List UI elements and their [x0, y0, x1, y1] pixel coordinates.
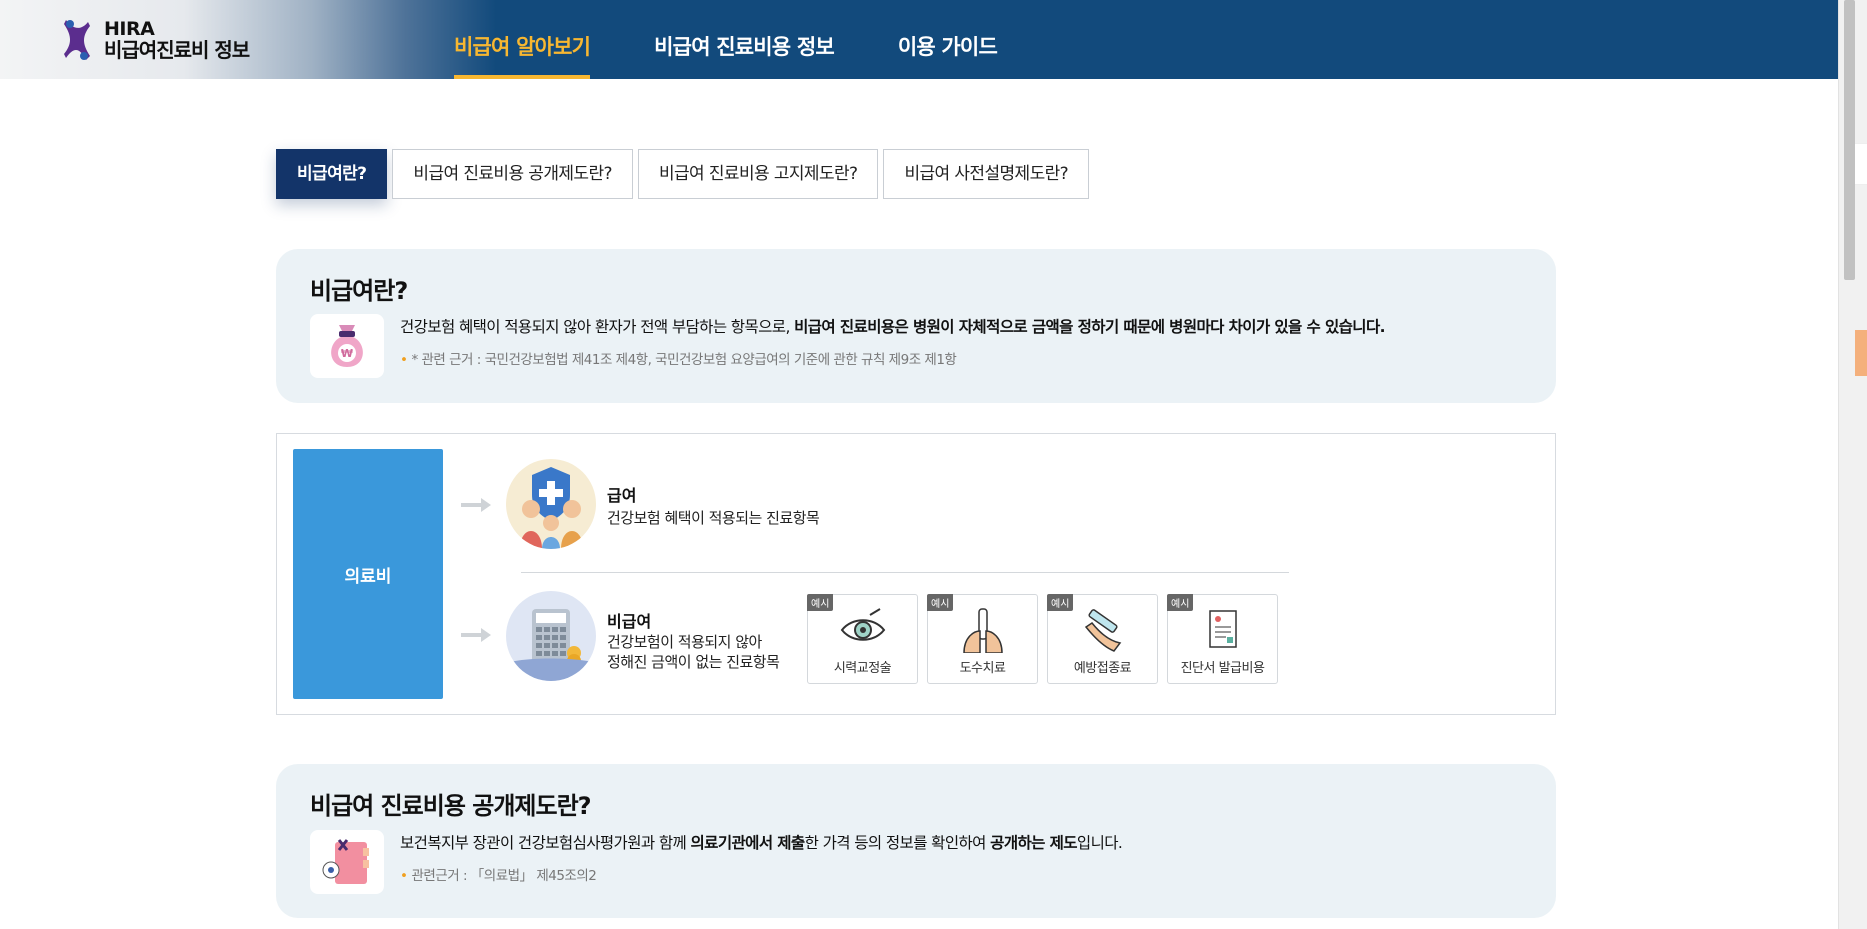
tab-cost-notice[interactable]: 비급여 진료비용 고지제도란?: [637, 149, 879, 199]
nav-noncovered-learn[interactable]: 비급여 알아보기: [454, 0, 591, 79]
bullet-dot: •: [400, 868, 408, 884]
covered-desc: 건강보험 혜택이 적용되는 진료항목: [607, 509, 820, 527]
reference-text: * 관련 근거 : 국민건강보험법 제41조 제4항, 국민건강보험 요양급여의…: [411, 352, 957, 368]
arrow-right-icon: [461, 498, 491, 512]
reference-text: 관련근거 : 「의료법」 제45조의2: [411, 868, 597, 884]
section-description: 보건복지부 장관이 건강보험심사평가원과 함께 의료기관에서 제출한 가격 등의…: [400, 831, 1123, 853]
section-what-is-noncovered: 비급여란? ₩ 건강보험 혜택이 적용되지 않아 환자가 전액 부담하는 항목으…: [276, 249, 1556, 403]
example-label: 진단서 발급비용: [1180, 661, 1265, 676]
sub-tabs: 비급여란? 비급여 진료비용 공개제도란? 비급여 진료비용 고지제도란? 비급…: [276, 149, 1094, 199]
desc-part: 한 가격 등의 정보를 확인하여: [804, 834, 991, 852]
money-bag-icon: ₩: [310, 314, 384, 378]
desc-emphasis: 비급여 진료비용은 병원이 자체적으로 금액을 정하기 때문에 병원마다 차이가…: [794, 318, 1385, 336]
desc-part: 건강보험 혜택이 적용되지 않아 환자가 전액 부담하는 항목으로,: [400, 318, 795, 336]
section-cost-disclosure: 비급여 진료비용 공개제도란? 보건복지부 장관이 건강보험심사평가원과 함께 …: [276, 764, 1556, 918]
example-card: 예시 예방접종료: [1047, 594, 1158, 684]
covered-title: 급여: [607, 486, 637, 505]
calculator-icon: [506, 591, 596, 681]
desc-emphasis: 의료기관에서 제출: [690, 834, 806, 852]
logo-title: HIRA: [104, 17, 155, 40]
logo-text: HIRA 비급여진료비 정보: [104, 17, 250, 63]
example-badge: 예시: [807, 594, 834, 611]
tab-cost-disclosure[interactable]: 비급여 진료비용 공개제도란?: [392, 149, 633, 199]
section-reference: • * 관련 근거 : 국민건강보험법 제41조 제4항, 국민건강보험 요양급여…: [400, 348, 957, 368]
example-label: 예방접종료: [1073, 661, 1132, 676]
example-cards: 예시 시력교정술 예시 도수치료 예시 예방접종료 예시 진단서 발급비용: [807, 594, 1287, 684]
manual-therapy-icon: [963, 608, 1003, 653]
hira-logo-icon: [64, 20, 90, 60]
medical-cost-box: 의료비: [293, 449, 443, 699]
divider: [521, 572, 1289, 573]
site-header: HIRA 비급여진료비 정보 비급여 알아보기 비급여 진료비용 정보 이용 가…: [0, 0, 1838, 79]
vertical-scrollbar[interactable]: [1838, 0, 1867, 929]
tab-what-is-noncovered[interactable]: 비급여란?: [276, 149, 388, 199]
side-panel-band: [1855, 143, 1867, 185]
nav-noncovered-cost-info[interactable]: 비급여 진료비용 정보: [654, 0, 835, 79]
document-icon: [1209, 610, 1237, 648]
example-label: 도수치료: [959, 661, 1006, 676]
example-card: 예시 진단서 발급비용: [1167, 594, 1278, 684]
section-title: 비급여 진료비용 공개제도란?: [310, 792, 592, 820]
section-title: 비급여란?: [310, 277, 408, 305]
example-label: 시력교정술: [833, 661, 892, 676]
booklet-icon: [310, 830, 384, 894]
syringe-icon: [1084, 609, 1122, 652]
section-reference: • 관련근거 : 「의료법」 제45조의2: [400, 864, 597, 884]
noncovered-title: 비급여: [607, 612, 652, 631]
example-badge: 예시: [1047, 594, 1074, 611]
desc-emphasis: 공개하는 제도: [990, 834, 1077, 852]
noncovered-desc-line2: 정해진 금액이 없는 진료항목: [607, 653, 780, 671]
family-insurance-icon: [506, 459, 596, 549]
tab-prior-explanation[interactable]: 비급여 사전설명제도란?: [883, 149, 1090, 199]
svg-text:₩: ₩: [341, 347, 353, 360]
desc-part: 보건복지부 장관이 건강보험심사평가원과 함께: [400, 834, 691, 852]
page: HIRA 비급여진료비 정보 비급여 알아보기 비급여 진료비용 정보 이용 가…: [0, 0, 1867, 929]
logo-subtitle: 비급여진료비 정보: [104, 38, 250, 63]
bullet-dot: •: [400, 352, 408, 368]
example-badge: 예시: [1167, 594, 1194, 611]
cost-diagram: 의료비 급여 건강보험 혜택이 적용되는 진료항목 비급여 건강보험이 적용되지…: [276, 433, 1556, 715]
nav-usage-guide[interactable]: 이용 가이드: [898, 0, 998, 79]
desc-part: 입니다.: [1076, 834, 1123, 852]
example-badge: 예시: [927, 594, 954, 611]
example-card: 예시 도수치료: [927, 594, 1038, 684]
side-quick-marker[interactable]: [1855, 330, 1867, 376]
eye-icon: [840, 608, 886, 641]
arrow-right-icon: [461, 628, 491, 642]
example-card: 예시 시력교정술: [807, 594, 918, 684]
site-logo[interactable]: HIRA 비급여진료비 정보: [62, 17, 250, 63]
main-nav: 비급여 알아보기 비급여 진료비용 정보 이용 가이드: [454, 0, 1061, 79]
section-description: 건강보험 혜택이 적용되지 않아 환자가 전액 부담하는 항목으로, 비급여 진…: [400, 315, 1386, 337]
noncovered-desc-line1: 건강보험이 적용되지 않아: [607, 633, 762, 651]
scrollbar-thumb[interactable]: [1844, 0, 1855, 280]
